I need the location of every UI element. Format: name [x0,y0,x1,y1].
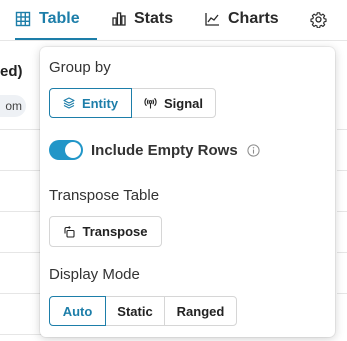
row-divider [337,129,347,130]
column-header-fragment: ed) [0,63,23,80]
transpose-table-label: Transpose Table [49,187,160,204]
gear-icon [310,11,327,28]
tab-stats[interactable]: Stats [112,0,173,38]
include-empty-rows-row: Include Empty Rows [49,138,260,162]
row-divider [0,293,44,294]
group-by-segmented-control: Entity Signal [49,88,216,118]
tab-charts[interactable]: Charts [205,0,279,38]
row-divider [0,129,44,130]
row-divider [337,211,347,212]
line-chart-icon [205,13,219,26]
tab-charts-label: Charts [228,10,279,27]
bar-chart-icon [112,12,126,26]
display-mode-segmented-control: Auto Static Ranged [49,296,237,326]
tab-table[interactable]: Table [15,0,97,40]
row-divider [337,252,347,253]
display-mode-label: Display Mode [49,266,140,283]
table-options-popover: Group by Entity Signal Include Empty Row… [40,47,335,337]
transpose-button-label: Transpose [82,224,148,239]
entity-label: Entity [81,95,119,111]
row-divider [0,334,44,335]
tab-stats-label: Stats [134,10,174,27]
tab-bar: Table Stats Charts [0,0,347,41]
group-by-label: Group by [49,59,111,76]
group-by-signal-button[interactable]: Signal [131,88,216,118]
layers-icon [63,97,75,109]
transpose-button[interactable]: Transpose [49,216,162,247]
broadcast-icon [144,97,157,109]
signal-label: Signal [163,95,203,111]
unit-chip-fragment: om [0,95,26,117]
display-mode-ranged-button[interactable]: Ranged [164,296,237,326]
tab-table-label: Table [39,10,80,27]
include-empty-rows-label: Include Empty Rows [91,141,238,159]
toggle-knob [65,142,81,158]
display-mode-auto-button[interactable]: Auto [49,296,106,326]
include-empty-rows-toggle[interactable] [49,140,83,160]
table-grid-icon [15,11,31,27]
row-divider [337,293,347,294]
row-divider [0,211,44,212]
row-divider [0,252,44,253]
settings-button[interactable] [310,9,335,29]
row-divider [337,170,347,171]
info-icon[interactable] [247,143,260,157]
display-mode-static-button[interactable]: Static [105,296,165,326]
row-divider [0,170,44,171]
group-by-entity-button[interactable]: Entity [49,88,132,118]
transpose-icon [64,225,76,238]
